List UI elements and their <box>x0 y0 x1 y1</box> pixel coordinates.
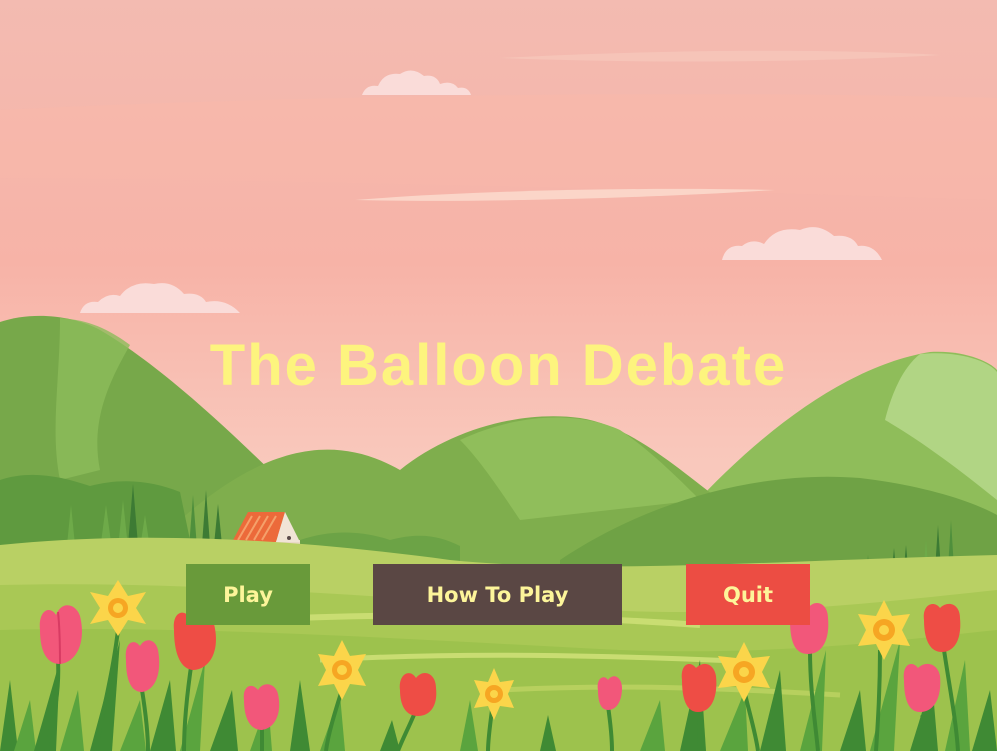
game-title: The Balloon Debate <box>209 333 788 398</box>
play-button[interactable]: Play <box>186 564 310 625</box>
how-to-play-button-label: How To Play <box>426 582 569 607</box>
how-to-play-button[interactable]: How To Play <box>373 564 622 625</box>
quit-button[interactable]: Quit <box>686 564 810 625</box>
tulip <box>399 673 437 716</box>
quit-button-label: Quit <box>722 582 774 607</box>
play-button-label: Play <box>223 582 273 607</box>
